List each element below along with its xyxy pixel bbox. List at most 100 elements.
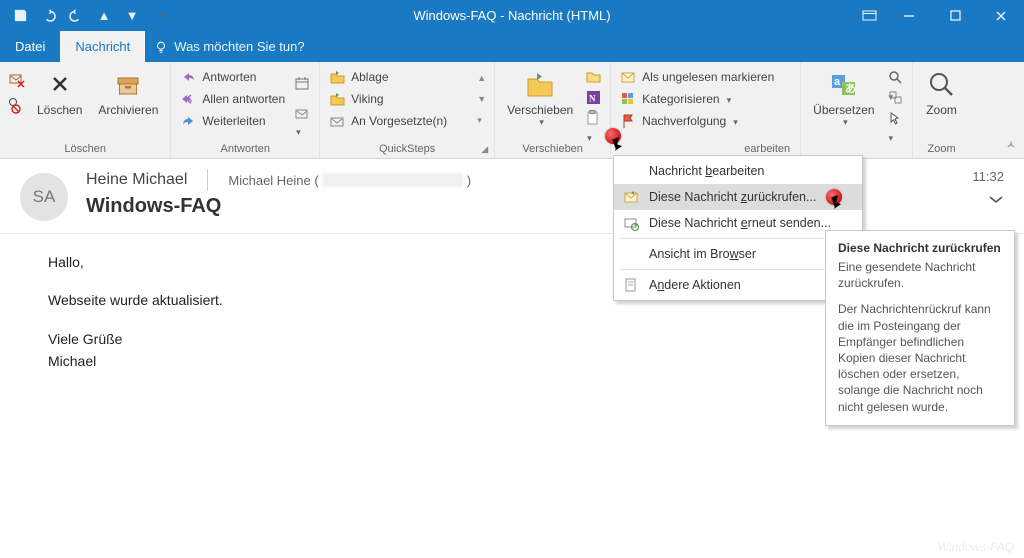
arrow-down-icon[interactable]: ▼ <box>122 6 142 26</box>
group-editing-label <box>807 141 905 156</box>
menu-separator <box>620 269 856 270</box>
message-header: SA Heine Michael Michael Heine ( ) Windo… <box>0 159 1024 234</box>
reply-label: Antworten <box>202 70 256 84</box>
group-tags: Als ungelesen markieren Kategorisieren N… <box>611 62 801 158</box>
undo-icon[interactable] <box>38 6 58 26</box>
dialog-launcher-icon[interactable]: ◢ <box>481 144 491 155</box>
group-respond-label: Antworten <box>177 141 313 156</box>
folder-move-icon <box>329 91 346 108</box>
find-icon[interactable] <box>887 69 904 86</box>
related-icon[interactable] <box>887 89 904 106</box>
group-quicksteps: Ablage Viking An Vorgesetzte(n) ▲ ▼ ▾ Qu… <box>320 62 495 158</box>
mark-unread-button[interactable]: Als ungelesen markieren <box>617 66 777 88</box>
arrow-up-icon[interactable]: ▲ <box>94 6 114 26</box>
group-zoom: Zoom Zoom <box>913 62 971 158</box>
cursor-icon <box>614 138 631 155</box>
group-move: Verschieben N Verschieben <box>495 62 611 158</box>
svg-text:あ: あ <box>845 82 856 95</box>
junk-icon[interactable] <box>8 97 25 114</box>
qs2-label: Viking <box>351 92 383 106</box>
ribbon-tabs: Datei Nachricht Was möchten Sie tun? <box>0 31 1024 62</box>
qs1-label: Ablage <box>351 70 388 84</box>
message-time: 11:32 <box>972 169 1004 184</box>
reply-all-label: Allen antworten <box>202 92 285 106</box>
tab-file[interactable]: Datei <box>0 31 60 62</box>
tell-me-search[interactable]: Was möchten Sie tun? <box>145 31 304 62</box>
window-buttons <box>852 0 1024 31</box>
tell-me-label: Was möchten Sie tun? <box>174 39 304 54</box>
group-editing: aあ Übersetzen <box>801 62 912 158</box>
move-label: Verschieben <box>507 104 573 117</box>
quick-access-toolbar: ▲ ▼ <box>0 6 170 26</box>
quicksteps-scroll[interactable]: ▲ ▼ ▾ <box>475 66 488 132</box>
ribbon: Löschen Archivieren Löschen Antworten Al… <box>0 62 1024 159</box>
ribbon-display-options-icon[interactable] <box>852 0 886 31</box>
screentip-text-1: Eine gesendete Nachricht zurückrufen. <box>838 259 1002 291</box>
envelope-icon <box>620 69 637 86</box>
recipients-prefix: Michael Heine ( <box>228 173 318 188</box>
chevron-down-icon[interactable] <box>968 192 1004 210</box>
qat-customize-icon[interactable] <box>150 6 170 26</box>
quickstep-3[interactable]: An Vorgesetzte(n) <box>326 110 450 132</box>
recipients: Michael Heine ( ) <box>228 173 471 188</box>
ignore-icon[interactable] <box>8 71 25 88</box>
archive-icon <box>111 68 145 102</box>
forward-button[interactable]: Weiterleiten <box>177 110 288 132</box>
group-zoom-label: Zoom <box>919 141 965 156</box>
screentip-title: Diese Nachricht zurückrufen <box>838 241 1002 255</box>
actions-icon[interactable] <box>585 110 602 127</box>
followup-label: Nachverfolgung <box>642 114 726 128</box>
folder-move-icon <box>329 69 346 86</box>
delete-icon <box>43 68 77 102</box>
meeting-icon[interactable] <box>294 75 311 92</box>
move-folder-icon <box>523 68 557 102</box>
reply-button[interactable]: Antworten <box>177 66 288 88</box>
translate-label: Übersetzen <box>813 104 874 117</box>
zoom-label: Zoom <box>926 104 957 117</box>
maximize-button[interactable] <box>932 0 978 31</box>
title-bar: ▲ ▼ Windows-FAQ - Nachricht (HTML) <box>0 0 1024 31</box>
rules-icon[interactable] <box>585 69 602 86</box>
screentip-text-2: Der Nachrichtenrückruf kann die im Poste… <box>838 301 1002 414</box>
blank-icon <box>622 162 640 180</box>
move-button[interactable]: Verschieben <box>501 66 579 130</box>
avatar: SA <box>20 173 68 221</box>
collapse-ribbon-icon[interactable]: ㅅ <box>1006 136 1016 152</box>
zoom-icon <box>925 68 959 102</box>
minimize-button[interactable] <box>886 0 932 31</box>
menu-edit-message[interactable]: Nachricht bearbeiten <box>614 158 862 184</box>
recipients-suffix: ) <box>467 173 471 188</box>
forward-label: Weiterleiten <box>202 114 265 128</box>
mark-unread-label: Als ungelesen markieren <box>642 70 774 84</box>
translate-button[interactable]: aあ Übersetzen <box>807 66 880 130</box>
save-icon[interactable] <box>10 6 30 26</box>
screentip: Diese Nachricht zurückrufen Eine gesende… <box>825 230 1015 426</box>
group-delete-label: Löschen <box>6 141 164 156</box>
categorize-button[interactable]: Kategorisieren <box>617 88 777 110</box>
redo-icon[interactable] <box>66 6 86 26</box>
mail-forward-icon <box>329 113 346 130</box>
more-respond-icon[interactable] <box>294 107 311 124</box>
group-tags-label: earbeiten <box>617 141 794 156</box>
move-extra-column: N <box>583 66 604 130</box>
select-icon[interactable] <box>887 110 904 127</box>
cursor-icon <box>833 196 850 213</box>
zoom-button[interactable]: Zoom <box>919 66 965 119</box>
followup-button[interactable]: Nachverfolgung <box>617 110 777 132</box>
blank-icon <box>622 245 640 263</box>
menu-recall-message[interactable]: Diese Nachricht zurückrufen... <box>614 184 862 210</box>
quickstep-2[interactable]: Viking <box>326 88 450 110</box>
delete-label: Löschen <box>37 104 82 117</box>
tab-message[interactable]: Nachricht <box>60 31 145 62</box>
redacted-area <box>323 173 463 187</box>
archive-button[interactable]: Archivieren <box>92 66 164 119</box>
qs3-label: An Vorgesetzte(n) <box>351 114 447 128</box>
translate-icon: aあ <box>827 68 861 102</box>
delete-button[interactable]: Löschen <box>31 66 88 119</box>
quickstep-1[interactable]: Ablage <box>326 66 450 88</box>
group-respond: Antworten Allen antworten Weiterleiten A… <box>171 62 320 158</box>
onenote-icon[interactable]: N <box>585 89 602 106</box>
separator <box>207 169 208 191</box>
close-button[interactable] <box>978 0 1024 31</box>
reply-all-button[interactable]: Allen antworten <box>177 88 288 110</box>
